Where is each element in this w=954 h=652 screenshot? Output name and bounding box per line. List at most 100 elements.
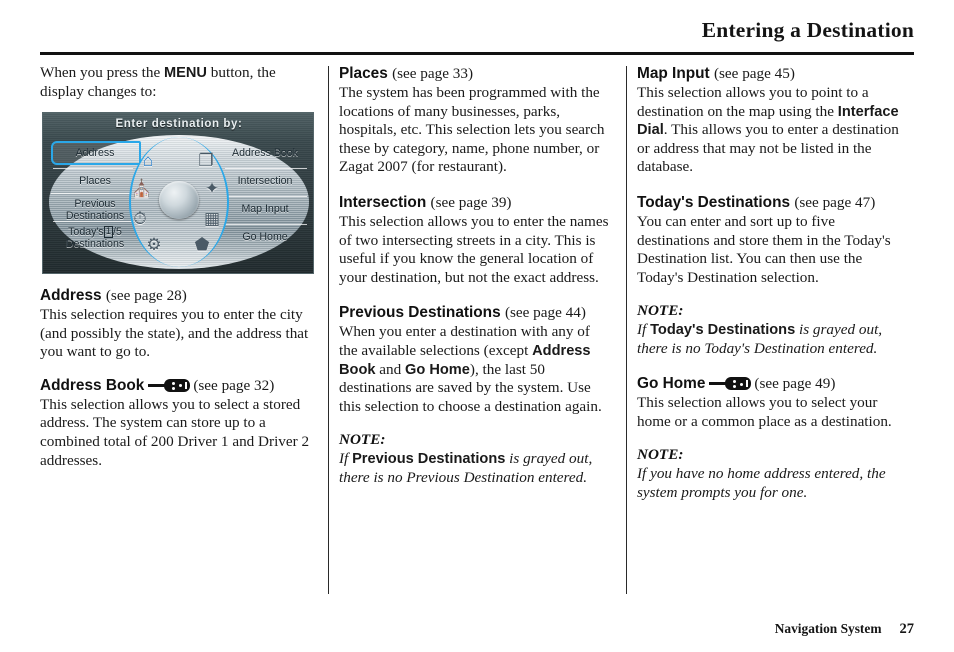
- column-divider-2: [626, 66, 627, 594]
- middle-column: Places (see page 33) The system has been…: [339, 64, 611, 596]
- entry-previous-destinations-body: When you enter a destination with any of…: [339, 323, 611, 416]
- content-columns: When you press the MENU button, the disp…: [40, 64, 916, 596]
- column-divider-1: [328, 66, 329, 594]
- entry-go-home-title: Go Home: [637, 375, 706, 393]
- nav-button-previous-line2: Destinations: [65, 210, 125, 223]
- note1-label: NOTE:: [637, 302, 684, 320]
- entry-places-heading: Places (see page 33): [339, 64, 611, 83]
- nav-separator-left-2: [51, 193, 133, 194]
- nav-button-go-home[interactable]: Go Home: [223, 231, 307, 243]
- entry-intersection: Intersection (see page 39) This selectio…: [339, 193, 611, 287]
- nav-button-today-line2: Destinations: [65, 238, 125, 251]
- prev-body-bold-go-home: Go Home: [405, 361, 470, 378]
- entry-go-home-heading: Go Home (see page 49): [637, 374, 909, 393]
- nav-button-address[interactable]: Address: [55, 147, 135, 159]
- entry-go-home-ref[interactable]: (see page 49): [754, 375, 835, 392]
- footer-page-number: 27: [899, 621, 915, 637]
- right-column: Map Input (see page 45) This selection a…: [637, 64, 909, 596]
- entry-intersection-heading: Intersection (see page 39): [339, 193, 611, 212]
- map-input-body-part1: This selection allows you to point to a …: [637, 84, 869, 120]
- entry-address-body: This selection requires you to enter the…: [40, 306, 309, 361]
- note1-bold-term: Today's Destinations: [650, 321, 796, 338]
- intro-text-before: When you press the: [40, 64, 164, 81]
- note1-body: If Today's Destinations is grayed out, t…: [637, 321, 909, 358]
- page-title: Entering a Destination: [701, 18, 914, 42]
- menu-button-label: MENU: [164, 65, 207, 81]
- menu-intro-paragraph: When you press the MENU button, the disp…: [40, 64, 312, 101]
- nav-button-todays-destinations[interactable]: Today's 1/5 Destinations: [55, 226, 135, 250]
- map-input-body-part2: . This allows you to enter a destination…: [637, 121, 899, 176]
- todays-destinations-count: 1: [103, 226, 114, 238]
- entry-address-book-body: This selection allows you to select a st…: [40, 395, 310, 469]
- entry-go-home: Go Home (see page 49) This selection allo…: [637, 374, 909, 431]
- footer-section-label: Navigation System: [774, 621, 882, 636]
- page-footer: Navigation System 27: [40, 621, 914, 638]
- todays-destinations-count-suffix: /5: [113, 226, 122, 238]
- nav-screen-title: Enter destination by:: [115, 118, 243, 130]
- entry-places-ref[interactable]: (see page 33): [392, 65, 473, 82]
- entry-map-input-heading: Map Input (see page 45): [637, 64, 909, 83]
- left-column: When you press the MENU button, the disp…: [40, 64, 314, 596]
- key-fob-icon: [148, 378, 191, 392]
- nav-button-map-input[interactable]: Map Input: [223, 203, 307, 215]
- nav-separator-right-2: [225, 196, 307, 197]
- entry-map-input: Map Input (see page 45) This selection a…: [637, 64, 909, 177]
- entry-go-home-body: This selection allows you to select your…: [637, 394, 892, 430]
- note1-if-word: If: [637, 320, 651, 338]
- entry-todays-destinations-heading: Today's Destinations (see page 47): [637, 193, 909, 212]
- nav-button-intersection[interactable]: Intersection: [223, 175, 307, 187]
- entry-address-book: Address Book (see page 32) This selection…: [40, 376, 312, 470]
- note-body: If Previous Destinations is grayed out, …: [339, 450, 611, 487]
- nav-button-previous-line1: Previous: [74, 198, 116, 210]
- entry-map-input-ref[interactable]: (see page 45): [714, 65, 795, 82]
- key-fob-icon: [709, 376, 752, 391]
- entry-address-title: Address: [40, 287, 102, 304]
- note-go-home: NOTE: If you have no home address entere…: [637, 446, 909, 502]
- entry-intersection-body: This selection allows you to enter the n…: [339, 212, 609, 286]
- note-label: NOTE:: [339, 431, 386, 449]
- entry-address-ref[interactable]: (see page 28): [106, 287, 187, 304]
- nav-separator-right-1: [225, 168, 307, 169]
- address-book-icon: ❐: [198, 151, 214, 170]
- entry-map-input-title: Map Input: [637, 65, 710, 82]
- entry-previous-destinations-heading: Previous Destinations (see page 44): [339, 303, 611, 322]
- nav-button-previous-destinations[interactable]: Previous Destinations: [55, 198, 135, 222]
- interface-dial-knob[interactable]: [159, 181, 199, 219]
- note2-label: NOTE:: [637, 446, 684, 464]
- entry-address-book-title: Address Book: [40, 376, 145, 394]
- entry-intersection-ref[interactable]: (see page 39): [431, 194, 512, 211]
- entry-map-input-body: This selection allows you to point to a …: [637, 84, 909, 177]
- prev-body-mid: and: [375, 360, 406, 378]
- note2-body: If you have no home address entered, the…: [637, 464, 886, 501]
- go-home-icon: ⬟: [194, 235, 210, 254]
- navigation-screen-figure: Enter destination by: ⌂ ❐ ⛪ ✦ ⏱ ▦ ⚙ ⬟ Ad…: [42, 112, 314, 274]
- todays-destinations-icon: ⚙: [146, 235, 162, 254]
- entry-address: Address (see page 28) This selection req…: [40, 286, 312, 362]
- entry-todays-destinations-title: Today's Destinations: [637, 193, 791, 211]
- intersection-icon: ✦: [204, 179, 220, 198]
- note-previous-destinations: NOTE: If Previous Destinations is grayed…: [339, 431, 611, 487]
- entry-address-book-heading: Address Book (see page 32): [40, 376, 312, 395]
- entry-todays-destinations: Today's Destinations (see page 47) You c…: [637, 193, 909, 287]
- header-rule: [40, 52, 914, 55]
- entry-address-heading: Address (see page 28): [40, 286, 312, 305]
- nav-separator-right-3: [225, 224, 307, 225]
- entry-previous-destinations-ref[interactable]: (see page 44): [505, 304, 586, 321]
- entry-todays-destinations-ref[interactable]: (see page 47): [794, 194, 875, 211]
- note-if-word: If: [339, 449, 353, 467]
- entry-address-book-ref[interactable]: (see page 32): [193, 377, 274, 394]
- entry-previous-destinations-title: Previous Destinations: [339, 304, 501, 322]
- entry-previous-destinations: Previous Destinations (see page 44) When…: [339, 303, 611, 416]
- address-house-icon: ⌂: [142, 151, 154, 170]
- entry-places: Places (see page 33) The system has been…: [339, 64, 611, 177]
- map-input-icon: ▦: [203, 209, 221, 228]
- nav-separator-left-1: [53, 168, 133, 169]
- entry-places-body: The system has been programmed with the …: [339, 84, 605, 176]
- entry-places-title: Places: [339, 65, 388, 82]
- note-bold-term: Previous Destinations: [352, 450, 506, 467]
- note-todays-destinations: NOTE: If Today's Destinations is grayed …: [637, 302, 909, 358]
- entry-intersection-title: Intersection: [339, 193, 427, 211]
- nav-button-address-book[interactable]: Address Book: [223, 147, 307, 159]
- nav-button-places[interactable]: Places: [55, 175, 135, 187]
- nav-button-today-line1: Today's: [68, 226, 104, 238]
